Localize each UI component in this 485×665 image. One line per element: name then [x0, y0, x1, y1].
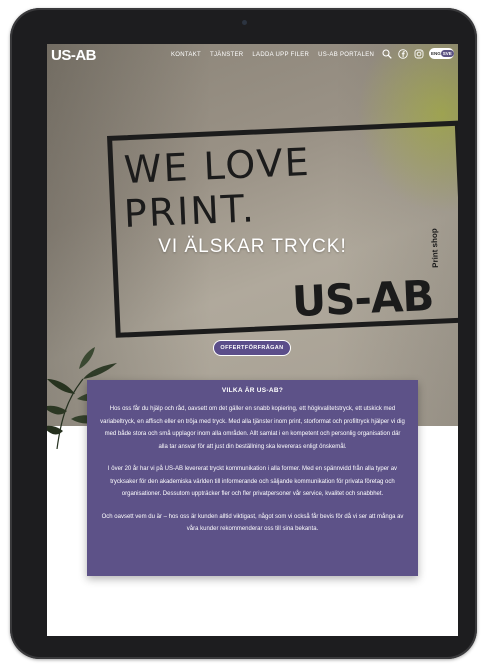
about-title: VILKA ÄR US-AB? [221, 387, 284, 394]
search-icon[interactable] [382, 49, 392, 59]
instagram-icon[interactable] [414, 49, 424, 59]
nav-link-ladda-upp-filer[interactable]: LADDA UPP FILER [252, 52, 309, 58]
wall-sign-line2: PRINT. [123, 186, 257, 236]
nav-link-tjanster[interactable]: TJÄNSTER [210, 52, 243, 58]
about-paragraph: I över 20 år har vi på US-AB levererat t… [107, 466, 398, 497]
hero-section: WE LOVE PRINT. US-AB Print shop VI ÄLSKA… [47, 44, 458, 449]
wall-sign-brand: US-AB [290, 270, 435, 327]
lang-option-eng[interactable]: ENG [431, 51, 441, 56]
website-screen: WE LOVE PRINT. US-AB Print shop VI ÄLSKA… [47, 44, 458, 636]
nav-link-portalen[interactable]: US-AB PORTALEN [318, 52, 374, 58]
nav-links: KONTAKT TJÄNSTER LADDA UPP FILER US-AB P… [171, 52, 374, 58]
camera-dot [241, 20, 247, 25]
top-navbar: US-AB KONTAKT TJÄNSTER LADDA UPP FILER U… [47, 44, 458, 66]
site-logo[interactable]: US-AB [51, 47, 97, 64]
about-paragraph: Hos oss får du hjälp och råd, oavsett om… [100, 406, 405, 450]
lang-option-sve[interactable]: SVE [440, 50, 454, 57]
hero-tagline: VI ÄLSKAR TRYCK! [158, 236, 347, 257]
language-toggle[interactable]: ENG SVE [429, 48, 454, 59]
quote-request-button[interactable]: OFFERTFÖRFRÅGAN [213, 340, 291, 356]
facebook-icon[interactable] [398, 49, 408, 59]
about-paragraph: Och oavsett vem du är – hos oss är kunde… [101, 513, 404, 533]
about-card: VILKA ÄR US-AB? Hos oss får du hjälp och… [87, 380, 418, 576]
nav-link-kontakt[interactable]: KONTAKT [171, 52, 201, 58]
wall-sign-line1: WE LOVE [123, 139, 312, 192]
tablet-frame: WE LOVE PRINT. US-AB Print shop VI ÄLSKA… [10, 8, 477, 659]
nav-icons [382, 49, 424, 59]
